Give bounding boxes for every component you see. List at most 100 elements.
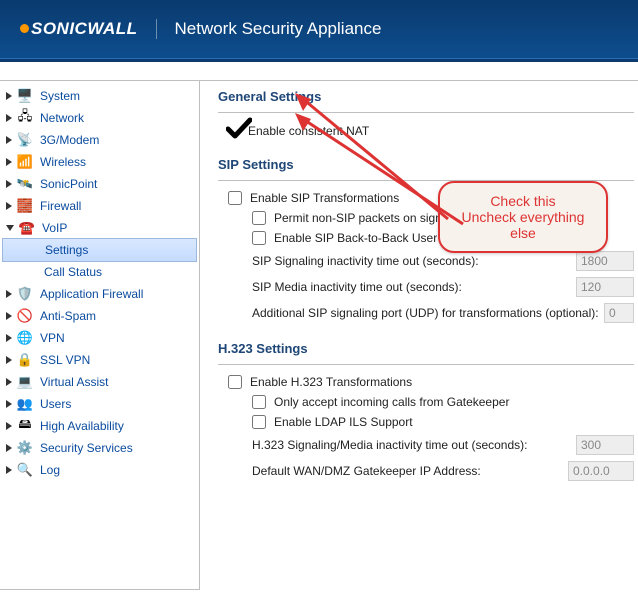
sidebar-item-high-availability[interactable]: 🖴 High Availability (0, 415, 199, 437)
row-only-gk[interactable]: Only accept incoming calls from Gatekeep… (252, 395, 634, 409)
nav-label: Virtual Assist (40, 375, 108, 389)
sidebar-item-users[interactable]: 👥 Users (0, 393, 199, 415)
expand-arrow-icon (6, 180, 12, 188)
nav-icon: 🔒 (16, 352, 34, 368)
sidebar-item-log[interactable]: 🔍 Log (0, 459, 199, 481)
expand-arrow-icon (6, 290, 12, 298)
annotation-callout: Check this Uncheck everything else (438, 181, 608, 253)
nav-icon: 🖥️ (16, 88, 34, 104)
row-sip-media-timeout: SIP Media inactivity time out (seconds): (252, 277, 634, 297)
nav-label: VPN (40, 331, 65, 345)
sidebar-item-3g-modem[interactable]: 📡 3G/Modem (0, 129, 199, 151)
app-header: SONICWALL Network Security Appliance (0, 0, 638, 58)
section-h323-title: H.323 Settings (218, 337, 634, 365)
nav-icon: 🔍 (16, 462, 34, 478)
expand-arrow-icon (6, 400, 12, 408)
sidebar-item-application-firewall[interactable]: 🛡️ Application Firewall (0, 283, 199, 305)
row-enable-h323[interactable]: Enable H.323 Transformations (228, 375, 634, 389)
nav-label: Security Services (40, 441, 133, 455)
lbl-sip-media-timeout: SIP Media inactivity time out (seconds): (252, 280, 462, 294)
lbl-enable-h323: Enable H.323 Transformations (250, 375, 412, 389)
nav-label: System (40, 89, 80, 103)
input-h323-timeout[interactable] (576, 435, 634, 455)
input-sip-sig-timeout[interactable] (576, 251, 634, 271)
lbl-gk-ip: Default WAN/DMZ Gatekeeper IP Address: (252, 464, 481, 478)
nav-label: Application Firewall (40, 287, 143, 301)
sidebar-item-system[interactable]: 🖥️ System (0, 85, 199, 107)
sidebar-sub-call-status[interactable]: Call Status (0, 261, 199, 283)
nav-icon: 🛰️ (16, 176, 34, 192)
expand-arrow-icon (6, 466, 12, 474)
expand-arrow-icon (6, 422, 12, 430)
nav-label: Anti-Spam (40, 309, 96, 323)
lbl-sip-sig-timeout: SIP Signaling inactivity time out (secon… (252, 254, 479, 268)
nav-icon: 📡 (16, 132, 34, 148)
input-gk-ip[interactable] (568, 461, 634, 481)
sidebar-item-sonicpoint[interactable]: 🛰️ SonicPoint (0, 173, 199, 195)
nav-icon: 🧱 (16, 198, 34, 214)
chk-permit-nonsip[interactable] (252, 211, 266, 225)
lbl-sip-add-port: Additional SIP signaling port (UDP) for … (252, 306, 599, 320)
lbl-only-gk: Only accept incoming calls from Gatekeep… (274, 395, 509, 409)
chk-enable-h323[interactable] (228, 375, 242, 389)
row-h323-timeout: H.323 Signaling/Media inactivity time ou… (252, 435, 634, 455)
nav-icon: 🚫 (16, 308, 34, 324)
lbl-h323-timeout: H.323 Signaling/Media inactivity time ou… (252, 438, 527, 452)
expand-arrow-icon (6, 158, 12, 166)
nav-icon: ⚙️ (16, 440, 34, 456)
expand-arrow-icon (6, 334, 12, 342)
sidebar-item-wireless[interactable]: 📶 Wireless (0, 151, 199, 173)
expand-arrow-icon (6, 444, 12, 452)
expand-arrow-icon (6, 202, 12, 210)
row-sip-add-port: Additional SIP signaling port (UDP) for … (252, 303, 634, 323)
sidebar-item-ssl-vpn[interactable]: 🔒 SSL VPN (0, 349, 199, 371)
checkmark-icon (228, 123, 248, 139)
sidebar-item-voip[interactable]: ☎️ VoIP (0, 217, 199, 239)
chk-ldap-ils[interactable] (252, 415, 266, 429)
nav-label: VoIP (42, 221, 67, 235)
app-title: Network Security Appliance (175, 19, 382, 39)
sidebar: 🖥️ System 🖧 Network 📡 3G/Modem 📶 Wireles… (0, 80, 200, 590)
chk-enable-sip[interactable] (228, 191, 242, 205)
content-area: General Settings Enable consistent NAT S… (200, 80, 638, 590)
expand-arrow-icon (6, 225, 14, 231)
callout-arrow-icon (293, 89, 503, 239)
sidebar-item-network[interactable]: 🖧 Network (0, 107, 199, 129)
expand-arrow-icon (6, 92, 12, 100)
row-ldap-ils[interactable]: Enable LDAP ILS Support (252, 415, 634, 429)
nav-label: Users (40, 397, 71, 411)
lbl-ldap-ils: Enable LDAP ILS Support (274, 415, 413, 429)
gap (0, 62, 638, 80)
nav-label: SonicPoint (40, 177, 97, 191)
chk-b2bua[interactable] (252, 231, 266, 245)
sidebar-item-security-services[interactable]: ⚙️ Security Services (0, 437, 199, 459)
sidebar-item-firewall[interactable]: 🧱 Firewall (0, 195, 199, 217)
nav-icon: ☎️ (18, 220, 36, 236)
expand-arrow-icon (6, 136, 12, 144)
nav-label: 3G/Modem (40, 133, 99, 147)
nav-label: Wireless (40, 155, 86, 169)
nav-label: Log (40, 463, 60, 477)
nav-icon: 👥 (16, 396, 34, 412)
sidebar-item-vpn[interactable]: 🌐 VPN (0, 327, 199, 349)
expand-arrow-icon (6, 114, 12, 122)
nav-label: Firewall (40, 199, 81, 213)
nav-icon: 🖧 (16, 110, 34, 126)
nav-label: Network (40, 111, 84, 125)
sidebar-sub-settings[interactable]: Settings (2, 238, 197, 262)
nav-icon: 💻 (16, 374, 34, 390)
input-sip-add-port[interactable] (604, 303, 634, 323)
nav-icon: 🖴 (16, 418, 34, 434)
sidebar-item-virtual-assist[interactable]: 💻 Virtual Assist (0, 371, 199, 393)
expand-arrow-icon (6, 356, 12, 364)
input-sip-media-timeout[interactable] (576, 277, 634, 297)
nav-icon: 🌐 (16, 330, 34, 346)
row-gk-ip: Default WAN/DMZ Gatekeeper IP Address: (252, 461, 634, 481)
nav-icon: 🛡️ (16, 286, 34, 302)
nav-label: SSL VPN (40, 353, 90, 367)
brand-logo: SONICWALL (20, 19, 157, 39)
nav-label: High Availability (40, 419, 124, 433)
chk-only-gk[interactable] (252, 395, 266, 409)
sidebar-item-anti-spam[interactable]: 🚫 Anti-Spam (0, 305, 199, 327)
row-sip-sig-timeout: SIP Signaling inactivity time out (secon… (252, 251, 634, 271)
